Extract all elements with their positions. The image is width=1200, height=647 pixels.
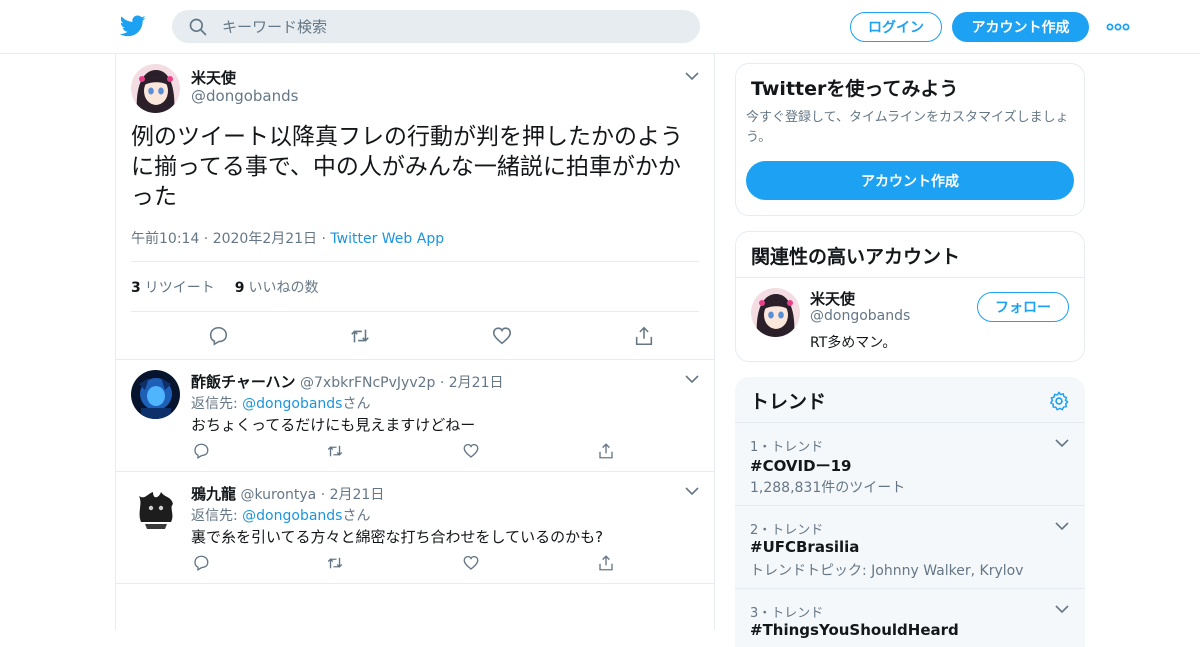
- search-input[interactable]: [222, 10, 682, 43]
- chevron-down-icon[interactable]: [1055, 521, 1069, 531]
- chevron-down-icon[interactable]: [1055, 604, 1069, 614]
- trend-item[interactable]: 2・トレンド #UFCBrasilia トレンドトピック: Johnny Wal…: [735, 506, 1085, 589]
- like-stat[interactable]: 9 いいねの数: [235, 277, 319, 297]
- related-title: 関連性の高いアカウント: [751, 246, 961, 268]
- avatar[interactable]: [131, 64, 180, 113]
- tweet-author-name[interactable]: 米天使: [191, 67, 236, 88]
- tweet-actions: [131, 322, 699, 350]
- reply-text: おちょくってるだけにも見えますけどねー: [191, 416, 476, 434]
- promo-title: Twitterを使ってみよう: [751, 78, 959, 100]
- reply-to-suffix: さん: [342, 508, 371, 524]
- reply-to-suffix: さん: [342, 396, 371, 412]
- reply-to-handle-link[interactable]: @dongobands: [242, 508, 342, 524]
- related-account-handle[interactable]: @dongobands: [810, 308, 910, 324]
- trend-meta: 3・トレンド: [750, 606, 824, 621]
- reply-icon[interactable]: [192, 442, 210, 460]
- reply-header: 鴉九龍 @kurontya · 2月21日: [191, 483, 384, 504]
- reply-text: 裏で糸を引いてる方々と綿密な打ち合わせをしているのかも?: [191, 528, 604, 546]
- reply-to-prefix: 返信先:: [191, 396, 243, 412]
- retweet-icon[interactable]: [326, 442, 344, 460]
- trend-hashtag[interactable]: #ThingsYouShouldHeard: [750, 621, 959, 639]
- tweet-time[interactable]: 午前10:14 · 2020年2月21日 ·: [131, 231, 330, 247]
- retweet-stat[interactable]: 3 リツイート: [131, 277, 215, 297]
- chevron-down-icon[interactable]: [685, 374, 699, 384]
- retweet-count: 3: [131, 279, 141, 296]
- search-icon: [189, 18, 207, 36]
- main-timeline-column: 米天使 @dongobands 例のツイート以降真フレの行動が判を押したかのよう…: [115, 54, 715, 630]
- share-icon[interactable]: [597, 442, 615, 460]
- related-account-name[interactable]: 米天使: [810, 288, 855, 309]
- reply-handle-date[interactable]: @kurontya · 2月21日: [240, 487, 384, 503]
- related-account-bio: RT多めマン。: [810, 335, 897, 351]
- reply-to-line: 返信先: @dongobandsさん: [191, 505, 370, 525]
- like-heart-icon[interactable]: [462, 442, 480, 460]
- reply-to-line: 返信先: @dongobandsさん: [191, 393, 370, 413]
- gear-icon[interactable]: [1048, 390, 1070, 412]
- search-box[interactable]: [172, 10, 700, 43]
- focused-tweet: 米天使 @dongobands 例のツイート以降真フレの行動が判を押したかのよう…: [116, 54, 714, 360]
- retweet-icon[interactable]: [326, 554, 344, 572]
- chevron-down-icon[interactable]: [685, 486, 699, 496]
- chevron-down-icon[interactable]: [1055, 438, 1069, 448]
- blue-character-avatar-icon: [131, 370, 180, 419]
- login-button[interactable]: ログイン: [850, 12, 942, 42]
- anime-girl-avatar-icon: [751, 288, 800, 337]
- signup-promo-card: Twitterを使ってみよう 今すぐ登録して、タイムラインをカスタマイズしましょ…: [735, 63, 1085, 216]
- reply-header: 酢飯チャーハン @7xbkrFNcPvJyv2p · 2月21日: [191, 371, 503, 392]
- follow-button[interactable]: フォロー: [977, 292, 1069, 322]
- trend-item[interactable]: 3・トレンド #ThingsYouShouldHeard: [735, 589, 1085, 647]
- reply-icon[interactable]: [192, 554, 210, 572]
- avatar[interactable]: [131, 370, 180, 419]
- signup-button[interactable]: アカウント作成: [952, 12, 1089, 42]
- trend-item[interactable]: 1・トレンド #COVIDー19 1,288,831件のツイート: [735, 423, 1085, 506]
- share-icon[interactable]: [597, 554, 615, 572]
- trends-title: トレンド: [750, 391, 827, 413]
- reply-author-name[interactable]: 酢飯チャーハン: [191, 373, 296, 391]
- trend-hashtag[interactable]: #COVIDー19: [750, 455, 851, 476]
- like-heart-icon[interactable]: [462, 554, 480, 572]
- promo-description: 今すぐ登録して、タイムラインをカスタマイズしましょう。: [746, 110, 1069, 145]
- create-account-button[interactable]: アカウント作成: [746, 161, 1074, 200]
- trend-meta: 1・トレンド: [750, 440, 824, 455]
- tweet-author-handle[interactable]: @dongobands: [191, 87, 298, 105]
- avatar[interactable]: [131, 482, 180, 531]
- avatar[interactable]: [751, 288, 800, 337]
- reply-icon[interactable]: [207, 325, 229, 347]
- reply-tweet[interactable]: 酢飯チャーハン @7xbkrFNcPvJyv2p · 2月21日 返信先: @d…: [116, 360, 714, 472]
- trend-subtext: トレンドトピック: Johnny Walker, Krylov: [750, 563, 1024, 579]
- anime-girl-avatar-icon: [131, 64, 180, 113]
- share-icon[interactable]: [633, 325, 655, 347]
- trends-card: トレンド 1・トレンド #COVIDー19 1,288,831件のツイート 2・…: [735, 377, 1085, 647]
- reply-to-prefix: 返信先:: [191, 508, 243, 524]
- trend-hashtag[interactable]: #UFCBrasilia: [750, 538, 859, 556]
- dark-creature-avatar-icon: [131, 482, 180, 531]
- related-accounts-card: 関連性の高いアカウント 米天使 @dongobands RT多めマン。 フォロー: [735, 231, 1085, 362]
- top-navigation-bar: ログイン アカウント作成: [0, 0, 1200, 54]
- like-count: 9: [234, 279, 245, 296]
- trend-meta: 2・トレンド: [750, 523, 824, 538]
- chevron-down-icon[interactable]: [685, 71, 699, 81]
- divider: [736, 277, 1084, 278]
- like-label: いいねの数: [248, 279, 319, 296]
- reply-author-name[interactable]: 鴉九龍: [191, 485, 236, 503]
- like-heart-icon[interactable]: [491, 325, 513, 347]
- reply-handle-date[interactable]: @7xbkrFNcPvJyv2p · 2月21日: [300, 375, 503, 391]
- more-options-icon[interactable]: [1106, 17, 1130, 37]
- trend-subtext: 1,288,831件のツイート: [750, 480, 906, 496]
- reply-to-handle-link[interactable]: @dongobands: [242, 396, 342, 412]
- tweet-source-link[interactable]: Twitter Web App: [330, 231, 444, 247]
- twitter-bird-icon[interactable]: [120, 13, 146, 39]
- tweet-stats: 3 リツイート 9 いいねの数: [131, 261, 699, 312]
- reply-tweet[interactable]: 鴉九龍 @kurontya · 2月21日 返信先: @dongobandsさん…: [116, 472, 714, 584]
- tweet-text: 例のツイート以降真フレの行動が判を押したかのように揃ってる事で、中の人がみんな一…: [131, 124, 683, 210]
- retweet-label: リツイート: [144, 279, 215, 296]
- tweet-timestamp: 午前10:14 · 2020年2月21日 · Twitter Web App: [131, 228, 444, 248]
- retweet-icon[interactable]: [349, 325, 371, 347]
